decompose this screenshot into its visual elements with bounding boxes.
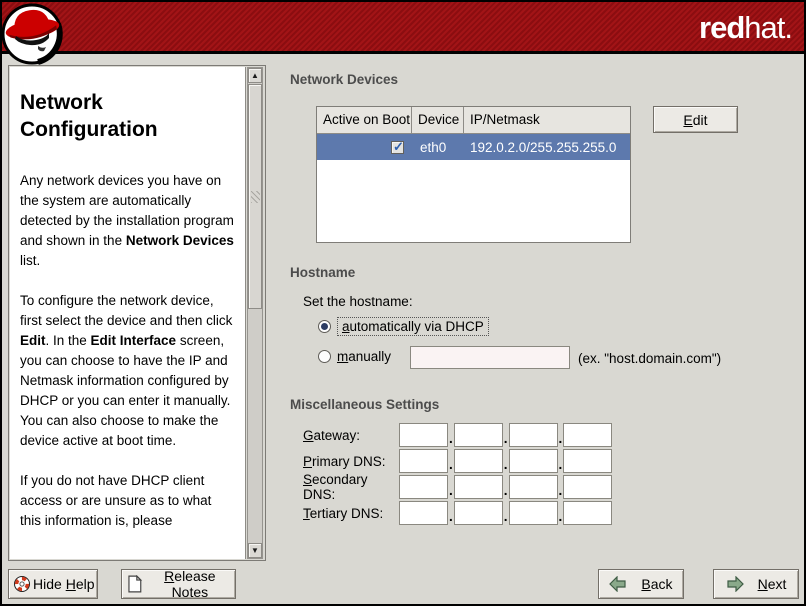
tertiary-dns-label: Tertiary DNS: (303, 506, 399, 521)
next-button[interactable]: Next (713, 569, 799, 599)
help-paragraph: To configure the network device, first s… (20, 291, 235, 451)
col-ip-netmask[interactable]: IP/Netmask (464, 107, 630, 134)
tertiary-dns-octet-2[interactable] (454, 501, 503, 525)
window-body: redhat. Network Configuration Any networ… (2, 2, 804, 604)
secondary-dns-octet-3[interactable] (509, 475, 558, 499)
secondary-dns-label: Secondary DNS: (303, 472, 399, 502)
gateway-label: Gateway: (303, 428, 399, 443)
primary-dns-row: Primary DNS: . . . (303, 449, 612, 473)
gateway-octet-2[interactable] (454, 423, 503, 447)
hostname-heading: Hostname (290, 265, 355, 280)
gateway-row: Gateway: . . . (303, 423, 612, 447)
secondary-dns-octet-2[interactable] (454, 475, 503, 499)
primary-dns-octet-2[interactable] (454, 449, 503, 473)
dhcp-radio-label[interactable]: automatically via DHCP (337, 317, 489, 336)
secondary-dns-row: Secondary DNS: . . . (303, 475, 612, 499)
tertiary-dns-octet-1[interactable] (399, 501, 448, 525)
gateway-octet-1[interactable] (399, 423, 448, 447)
primary-dns-octet-4[interactable] (563, 449, 612, 473)
help-scrollbar[interactable]: ▲ ▼ (247, 67, 263, 559)
ip-netmask-cell: 192.0.2.0/255.255.255.0 (464, 134, 630, 160)
brand-bold: red (699, 10, 744, 45)
release-notes-button[interactable]: Release Notes (121, 569, 236, 599)
col-device[interactable]: Device (412, 107, 464, 134)
redhat-wordmark: redhat. (699, 10, 792, 46)
help-paragraph: If you do not have DHCP client access or… (20, 471, 235, 531)
network-devices-heading: Network Devices (290, 72, 398, 87)
table-header: Active on Boot Device IP/Netmask (317, 107, 630, 134)
hostname-input[interactable] (410, 346, 570, 369)
active-on-boot-checkbox[interactable]: ✓ (391, 141, 404, 154)
table-row[interactable]: ✓ eth0 192.0.2.0/255.255.255.0 (317, 134, 630, 160)
manual-radio-label[interactable]: manually (337, 349, 391, 364)
primary-dns-octet-3[interactable] (509, 449, 558, 473)
hide-help-button[interactable]: Hide Help (8, 569, 98, 599)
scroll-down-icon[interactable]: ▼ (248, 543, 262, 558)
banner-divider (2, 51, 804, 54)
life-preserver-icon (13, 575, 31, 593)
hostname-example-hint: (ex. "host.domain.com") (578, 351, 721, 366)
radio-row-dhcp: automatically via DHCP (318, 317, 489, 336)
scrollbar-thumb[interactable] (248, 84, 262, 309)
help-panel: Network Configuration Any network device… (8, 65, 266, 561)
tertiary-dns-row: Tertiary DNS: . . . (303, 501, 612, 525)
arrow-right-icon (726, 576, 744, 592)
set-hostname-label: Set the hostname: (303, 294, 413, 309)
brand-light: hat (744, 10, 784, 45)
arrow-left-icon (609, 576, 627, 592)
installer-window: redhat. Network Configuration Any networ… (0, 0, 806, 606)
check-icon: ✓ (393, 139, 404, 155)
dhcp-radio[interactable] (318, 320, 331, 333)
help-text: Network Configuration Any network device… (10, 67, 246, 559)
gateway-octet-4[interactable] (563, 423, 612, 447)
primary-dns-octet-1[interactable] (399, 449, 448, 473)
tertiary-dns-octet-4[interactable] (563, 501, 612, 525)
back-button[interactable]: Back (598, 569, 684, 599)
redhat-shadowman-icon (2, 2, 66, 66)
tertiary-dns-octet-3[interactable] (509, 501, 558, 525)
primary-dns-label: Primary DNS: (303, 454, 399, 469)
network-devices-table: Active on Boot Device IP/Netmask ✓ eth0 … (316, 106, 631, 243)
brand-dot: . (784, 10, 792, 45)
scroll-up-icon[interactable]: ▲ (248, 68, 262, 83)
edit-button[interactable]: Edit (653, 106, 738, 133)
document-icon (127, 575, 143, 593)
active-on-boot-cell: ✓ (317, 134, 412, 160)
gateway-octet-3[interactable] (509, 423, 558, 447)
col-active-on-boot[interactable]: Active on Boot (317, 107, 412, 134)
secondary-dns-octet-1[interactable] (399, 475, 448, 499)
misc-settings-heading: Miscellaneous Settings (290, 397, 439, 412)
secondary-dns-octet-4[interactable] (563, 475, 612, 499)
scrollbar-grip (251, 191, 260, 203)
help-title: Network Configuration (20, 89, 235, 143)
manual-radio[interactable] (318, 350, 331, 363)
help-paragraph: Any network devices you have on the syst… (20, 171, 235, 271)
top-banner (2, 2, 804, 51)
device-cell: eth0 (412, 134, 464, 160)
radio-row-manual: manually (318, 349, 391, 364)
